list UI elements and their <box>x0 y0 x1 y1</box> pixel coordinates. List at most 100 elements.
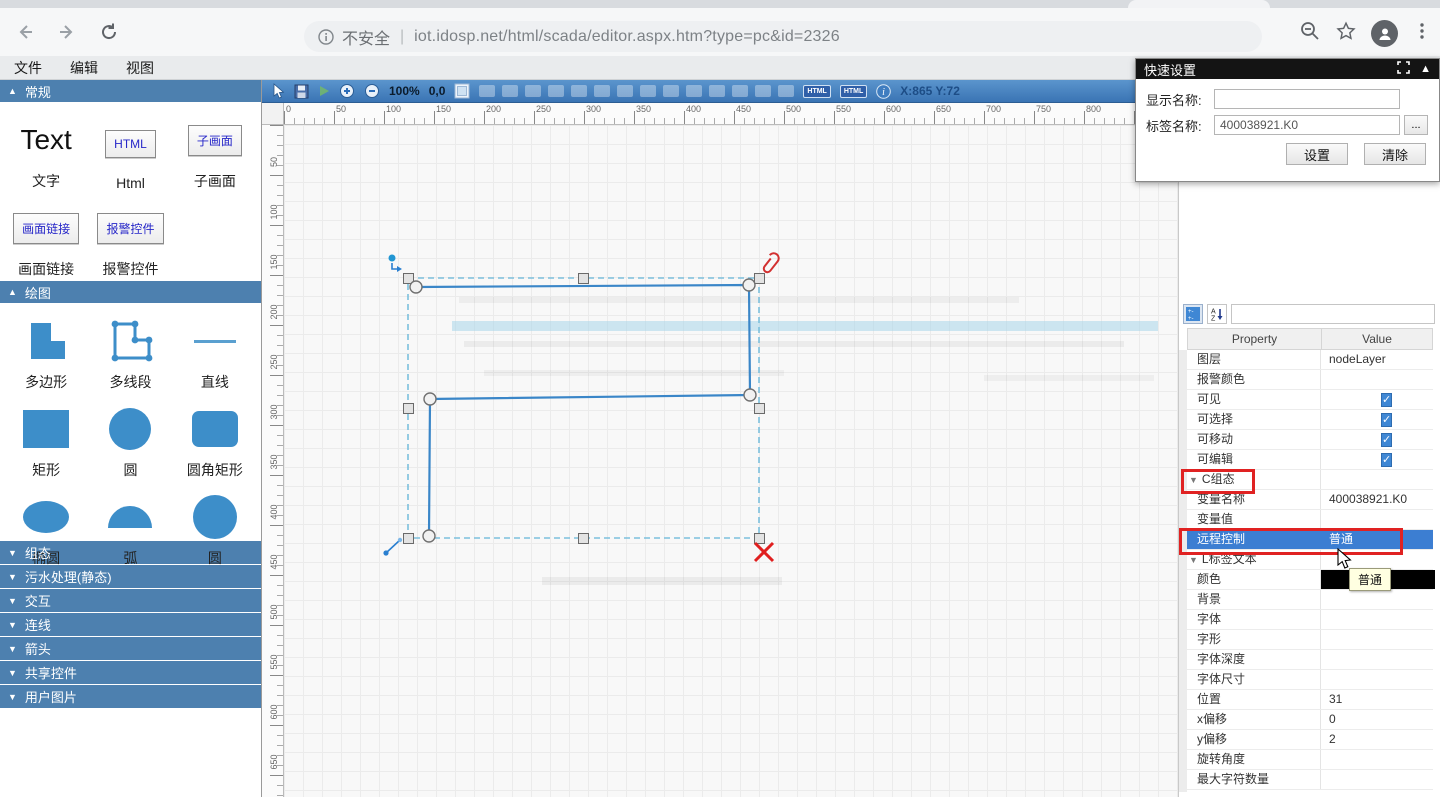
profile-avatar[interactable] <box>1371 20 1398 47</box>
clear-button[interactable]: 清除 <box>1364 143 1426 165</box>
property-value[interactable]: ✓ <box>1321 410 1433 429</box>
menu-item-编辑[interactable]: 编辑 <box>56 56 112 80</box>
property-row-L标签文本[interactable]: ▼L标签文本 <box>1187 550 1433 570</box>
property-value[interactable] <box>1321 590 1433 609</box>
property-value[interactable] <box>1321 770 1433 789</box>
draw-item-arc[interactable]: 弧 <box>88 488 172 576</box>
draw-item-ellipse[interactable]: 椭圆 <box>4 488 88 576</box>
display-name-input[interactable] <box>1214 89 1400 109</box>
browse-tag-button[interactable]: ... <box>1404 115 1428 135</box>
save-icon[interactable] <box>294 82 309 100</box>
quick-settings-titlebar[interactable]: 快速设置 ▲ <box>1136 59 1439 79</box>
html-preview-icon[interactable]: HTML <box>840 85 867 98</box>
section-header[interactable]: ▼箭头 <box>0 637 261 661</box>
collapse-dialog-icon[interactable]: ▲ <box>1420 63 1431 75</box>
draw-item-polyline[interactable]: 多线段 <box>88 312 172 400</box>
property-row-字体[interactable]: 字体 <box>1187 610 1433 630</box>
info-icon[interactable] <box>318 29 334 45</box>
checkbox-checked-icon[interactable]: ✓ <box>1381 413 1392 427</box>
draw-item-rrect[interactable]: 圆角矩形 <box>173 400 257 488</box>
property-value[interactable]: 2 <box>1321 730 1433 749</box>
address-bar[interactable]: 不安全 | iot.idosp.net/html/scada/editor.as… <box>304 21 1262 52</box>
run-icon[interactable] <box>318 82 330 100</box>
design-canvas[interactable] <box>284 125 1178 797</box>
canvas-settings-icon[interactable] <box>454 82 470 100</box>
checkbox-checked-icon[interactable]: ✓ <box>1381 453 1392 467</box>
checkbox-checked-icon[interactable]: ✓ <box>1381 433 1392 447</box>
menu-item-视图[interactable]: 视图 <box>112 56 168 80</box>
forward-icon[interactable] <box>50 15 84 49</box>
property-row-y偏移[interactable]: y偏移2 <box>1187 730 1433 750</box>
property-search-box[interactable] <box>1231 304 1435 324</box>
edit-end-point-icon[interactable] <box>383 538 402 556</box>
property-value[interactable]: 31 <box>1321 690 1433 709</box>
property-row-可编辑[interactable]: 可编辑✓ <box>1187 450 1433 470</box>
property-row-x偏移[interactable]: x偏移0 <box>1187 710 1433 730</box>
property-row-位置[interactable]: 位置31 <box>1187 690 1433 710</box>
property-value[interactable]: ✓ <box>1321 430 1433 449</box>
zoom-out-icon[interactable] <box>364 82 380 100</box>
menu-item-文件[interactable]: 文件 <box>0 56 56 80</box>
categorize-icon[interactable]: +-+- <box>1183 304 1203 324</box>
property-row-变量名称[interactable]: 变量名称400038921.K0 <box>1187 490 1433 510</box>
edit-start-point-icon[interactable] <box>389 255 403 273</box>
property-row-远程控制[interactable]: 远程控制普通 <box>1187 530 1433 550</box>
zoom-in-icon[interactable] <box>339 82 355 100</box>
property-row-可选择[interactable]: 可选择✓ <box>1187 410 1433 430</box>
property-row-可见[interactable]: 可见✓ <box>1187 390 1433 410</box>
property-value[interactable]: nodeLayer <box>1321 350 1433 369</box>
property-value[interactable]: 普通 <box>1321 530 1433 549</box>
property-row-背景[interactable]: 背景 <box>1187 590 1433 610</box>
set-button[interactable]: 设置 <box>1286 143 1348 165</box>
property-value[interactable]: 400038921.K0 <box>1321 490 1433 509</box>
draw-item-line[interactable]: 直线 <box>173 312 257 400</box>
property-row-旋转角度[interactable]: 旋转角度 <box>1187 750 1433 770</box>
property-value[interactable]: ✓ <box>1321 390 1433 409</box>
browser-menu-icon[interactable] <box>1412 21 1432 46</box>
property-row-颜色[interactable]: 颜色 <box>1187 570 1433 590</box>
attach-tag-icon[interactable] <box>760 251 781 273</box>
palette-item-文字[interactable]: Text文字 <box>4 111 88 199</box>
section-header[interactable]: ▼用户图片 <box>0 685 261 709</box>
draw-item-polygon[interactable]: 多边形 <box>4 312 88 400</box>
value-column-header[interactable]: Value <box>1322 329 1432 349</box>
zoom-out-page-icon[interactable] <box>1299 20 1321 47</box>
category-arrow-icon[interactable]: ▼ <box>1189 555 1198 565</box>
section-header[interactable]: ▼共享控件 <box>0 661 261 685</box>
html-export-icon[interactable]: HTML <box>803 85 830 98</box>
property-value[interactable] <box>1321 510 1433 529</box>
back-icon[interactable] <box>8 15 42 49</box>
property-row-字形[interactable]: 字形 <box>1187 630 1433 650</box>
property-row-C组态[interactable]: ▼C组态 <box>1187 470 1433 490</box>
about-info-icon[interactable]: i <box>876 82 891 100</box>
property-column-header[interactable]: Property <box>1188 329 1322 349</box>
draw-item-circle[interactable]: 圆 <box>88 400 172 488</box>
property-value[interactable] <box>1321 630 1433 649</box>
dock-icon[interactable] <box>1397 61 1410 77</box>
resize-handles[interactable] <box>404 274 765 544</box>
property-value[interactable] <box>1321 670 1433 689</box>
browser-tab[interactable] <box>1128 0 1270 8</box>
section-header[interactable]: ▼交互 <box>0 589 261 613</box>
property-row-变量值[interactable]: 变量值 <box>1187 510 1433 530</box>
url-text[interactable]: iot.idosp.net/html/scada/editor.aspx.htm… <box>414 28 840 46</box>
section-header[interactable]: ▼连线 <box>0 613 261 637</box>
property-value[interactable]: ✓ <box>1321 450 1433 469</box>
property-row-图层[interactable]: 图层nodeLayer <box>1187 350 1433 370</box>
canvas-shape-layer[interactable] <box>284 125 1178 797</box>
reload-icon[interactable] <box>92 15 126 49</box>
property-value[interactable] <box>1321 650 1433 669</box>
property-value[interactable] <box>1321 610 1433 629</box>
property-row-可移动[interactable]: 可移动✓ <box>1187 430 1433 450</box>
palette-item-子画面[interactable]: 子画面子画面 <box>173 111 257 199</box>
tag-name-input[interactable] <box>1214 115 1400 135</box>
property-row-字体深度[interactable]: 字体深度 <box>1187 650 1433 670</box>
delete-shape-icon[interactable] <box>755 543 773 561</box>
section-header-general[interactable]: ▲ 常规 <box>0 80 261 103</box>
checkbox-checked-icon[interactable]: ✓ <box>1381 393 1392 407</box>
palette-item-画面链接[interactable]: 画面链接画面链接 <box>4 199 88 287</box>
bookmark-star-icon[interactable] <box>1335 20 1357 47</box>
palette-item-报警控件[interactable]: 报警控件报警控件 <box>88 199 172 287</box>
property-row-最大字符数量[interactable]: 最大字符数量 <box>1187 770 1433 790</box>
selected-polyline[interactable] <box>416 285 750 536</box>
